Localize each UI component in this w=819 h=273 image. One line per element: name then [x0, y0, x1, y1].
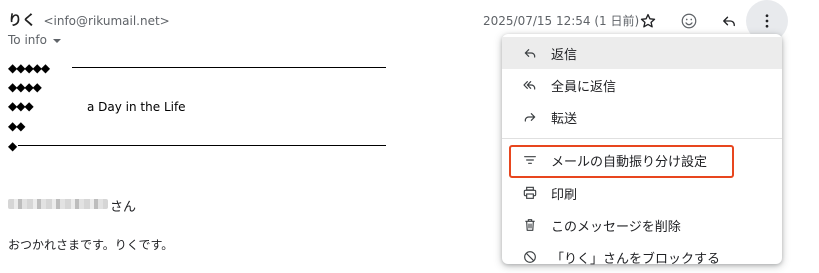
- reply-all-icon: [521, 76, 539, 94]
- emoji-icon: [681, 13, 697, 29]
- redacted-recipient-name: [8, 199, 108, 209]
- honorific-suffix: さん: [110, 200, 137, 215]
- print-icon: [521, 184, 539, 202]
- more-options-menu: 返信 全員に返信 転送 メールの自動振り分け設定 印刷 このメッセージを削除 「…: [502, 34, 782, 267]
- sender-line: りく <info@rikumail.net>: [8, 10, 170, 30]
- trash-icon: [521, 216, 539, 234]
- recipient-details-toggle[interactable]: To info: [8, 33, 61, 47]
- menu-item-reply[interactable]: 返信: [502, 37, 782, 69]
- song-title: a Day in the Life: [87, 100, 186, 114]
- message-date: 2025/07/15 12:54 (1 日前): [483, 14, 640, 28]
- menu-item-block-sender[interactable]: 「りく」さんをブロックする: [502, 241, 782, 273]
- divider-line-bottom: [18, 145, 386, 146]
- forward-icon: [521, 108, 539, 126]
- menu-item-label: メールの自動振り分け設定: [551, 154, 708, 170]
- recipient-label: To info: [8, 33, 47, 47]
- sender-email: <info@rikumail.net>: [43, 14, 170, 28]
- menu-item-filter-settings[interactable]: メールの自動振り分け設定: [502, 144, 782, 176]
- sender-name: りく: [8, 13, 36, 29]
- filter-icon: [521, 151, 539, 169]
- diamond-row-2: ◆◆: [8, 119, 25, 133]
- menu-item-label: 全員に返信: [551, 79, 617, 95]
- menu-item-forward[interactable]: 転送: [502, 101, 782, 133]
- menu-item-label: 印刷: [551, 187, 578, 203]
- menu-item-delete[interactable]: このメッセージを削除: [502, 209, 782, 241]
- diamond-row-5: ◆◆◆◆◆: [8, 61, 50, 75]
- menu-item-label: 返信: [551, 47, 578, 63]
- star-button[interactable]: [635, 8, 661, 34]
- menu-item-reply-all[interactable]: 全員に返信: [502, 69, 782, 101]
- greeting-text: おつかれさまです。りくです。: [8, 238, 174, 252]
- menu-item-label: 「りく」さんをブロックする: [551, 251, 721, 267]
- reply-icon: [521, 44, 539, 62]
- menu-divider: [502, 138, 782, 139]
- diamond-row-3: ◆◆◆: [8, 99, 34, 113]
- diamond-row-4: ◆◆◆◆: [8, 80, 42, 94]
- star-icon: [640, 13, 656, 28]
- block-icon: [521, 248, 539, 266]
- reply-icon: [723, 16, 735, 27]
- divider-line-top: [72, 67, 386, 68]
- menu-item-print[interactable]: 印刷: [502, 177, 782, 209]
- menu-item-label: このメッセージを削除: [551, 219, 681, 235]
- add-reaction-button[interactable]: [676, 8, 702, 34]
- reply-button[interactable]: [716, 8, 742, 34]
- diamond-row-1: ◆: [8, 139, 17, 153]
- menu-item-label: 転送: [551, 111, 578, 127]
- caret-down-icon: [52, 38, 61, 43]
- more-vert-icon: [765, 14, 769, 28]
